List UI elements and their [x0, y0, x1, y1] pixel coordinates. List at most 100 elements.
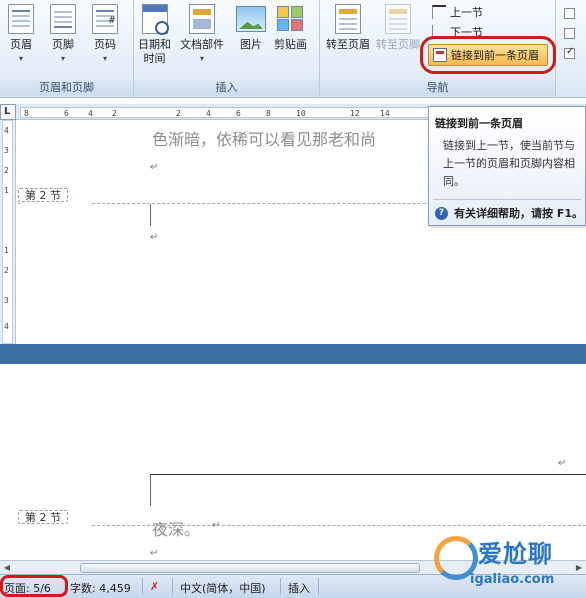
tooltip-help-text: 有关详细帮助，请按 F1。 — [454, 207, 583, 220]
clip-art-label: 剪贴画 — [274, 38, 307, 51]
ruler-tick: 2 — [112, 109, 117, 118]
hash-glyph: # — [108, 15, 115, 26]
status-word-count[interactable]: 字数: 4,459 — [70, 580, 131, 596]
date-time-label-1: 日期和 — [138, 38, 171, 51]
date-time-button[interactable]: 日期和 时间 — [138, 4, 171, 66]
goto-header-label: 转至页眉 — [326, 38, 370, 51]
ruler-tick: 4 — [88, 109, 93, 118]
header-button[interactable]: 页眉 ▾ — [8, 4, 34, 64]
paragraph-mark: ↵ — [150, 548, 159, 559]
status-divider — [172, 578, 173, 595]
highlight-circle-page-status — [0, 575, 68, 597]
paragraph-mark: ↵ — [212, 520, 221, 531]
ruler-tick: 2 — [176, 109, 181, 118]
header-left-edge — [150, 474, 151, 506]
prev-section-label: 上一节 — [450, 6, 483, 19]
vertical-ruler-tick: 1 — [4, 186, 9, 195]
status-insert-mode[interactable]: 插入 — [288, 580, 310, 596]
option-checkbox-1[interactable] — [564, 8, 575, 19]
goto-header-button[interactable]: 转至页眉 — [326, 4, 370, 52]
header-boundary-top-left — [18, 203, 20, 204]
tooltip-divider — [433, 199, 581, 200]
scrollbar-thumb[interactable] — [80, 563, 420, 573]
header-rule — [150, 474, 586, 475]
header-footer-group: 页眉 ▾ 页脚 ▾ # 页码 ▾ 页眉和页脚 — [0, 0, 134, 98]
status-language[interactable]: 中文(简体，中国) — [180, 580, 266, 596]
document-line-top: 色渐暗，依稀可以看见那老和尚 — [152, 130, 377, 149]
options-group: ✓ — [556, 0, 586, 98]
ruler-tick: 6 — [236, 109, 241, 118]
status-divider — [142, 578, 143, 595]
option-checkbox-2[interactable] — [564, 28, 575, 39]
chevron-down-icon: ▾ — [199, 54, 204, 63]
chevron-down-icon: ▾ — [102, 54, 107, 63]
vertical-ruler-tick: 3 — [4, 146, 9, 155]
header-footer-group-label: 页眉和页脚 — [0, 80, 133, 96]
ruler-tick: 10 — [296, 109, 306, 118]
spell-check-icon[interactable]: ✗ — [150, 580, 159, 593]
doc-parts-label: 文档部件 — [180, 38, 224, 51]
chevron-down-icon: ▾ — [60, 54, 65, 63]
goto-header-icon — [335, 4, 361, 34]
tab-selector[interactable]: L — [0, 104, 16, 120]
document-line-bottom: 夜深。 — [152, 520, 201, 539]
option-checkbox-3[interactable]: ✓ — [564, 46, 575, 59]
watermark: 爱尬聊 igaliao.com — [426, 526, 586, 598]
clip-art-icon — [276, 6, 305, 32]
text-cursor — [150, 204, 151, 226]
footer-icon — [50, 4, 76, 34]
status-divider — [280, 578, 281, 595]
vertical-ruler-tick: 1 — [4, 246, 9, 255]
prev-section-button[interactable]: 上一节 — [432, 3, 483, 21]
section-tag-top: 第 2 节 — [18, 188, 68, 202]
page-gap — [0, 344, 586, 364]
header-icon — [8, 4, 34, 34]
footer-label: 页脚 — [52, 38, 74, 51]
watermark-url: igaliao.com — [470, 572, 555, 587]
ruler-tick: 12 — [350, 109, 360, 118]
chevron-down-icon: ▾ — [18, 54, 23, 63]
doc-parts-button[interactable]: 文档部件 ▾ — [180, 4, 224, 64]
paragraph-mark: ↵ — [150, 162, 159, 173]
ruler-tick: 8 — [266, 109, 271, 118]
footer-button[interactable]: 页脚 ▾ — [50, 4, 76, 64]
ribbon: 页眉 ▾ 页脚 ▾ # 页码 ▾ 页眉和页脚 日期和 时间 文档部件 ▾ 图片 — [0, 0, 586, 98]
clip-art-button[interactable]: 剪贴画 — [274, 4, 307, 52]
insert-group: 日期和 时间 文档部件 ▾ 图片 剪贴画 插入 — [134, 0, 320, 98]
status-divider — [318, 578, 319, 595]
picture-icon — [236, 6, 266, 32]
date-time-label-2: 时间 — [143, 52, 166, 65]
vertical-ruler-tick: 3 — [4, 296, 9, 305]
doc-parts-icon — [189, 4, 215, 34]
tooltip-link-to-previous: 链接到前一条页眉 链接到上一节，使当前节与上一节的页眉和页脚内容相同。 ? 有关… — [428, 106, 586, 226]
section-tag-bottom: 第 2 节 — [18, 510, 68, 524]
picture-button[interactable]: 图片 — [236, 4, 266, 52]
page-number-label: 页码 — [94, 38, 116, 51]
goto-footer-icon — [385, 4, 411, 34]
ruler-tick: 14 — [380, 109, 390, 118]
ruler-tick: 4 — [206, 109, 211, 118]
watermark-brand: 爱尬聊 — [478, 540, 553, 568]
tab-selector-label: L — [4, 106, 11, 117]
picture-label: 图片 — [240, 38, 262, 51]
tooltip-title: 链接到前一条页眉 — [435, 117, 523, 130]
vertical-ruler-tick: 2 — [4, 166, 9, 175]
navigation-group-label: 导航 — [320, 80, 555, 96]
insert-group-label: 插入 — [134, 80, 319, 96]
clock-badge — [154, 21, 169, 35]
tooltip-body: 链接到上一节，使当前节与上一节的页眉和页脚内容相同。 — [443, 139, 575, 188]
goto-footer-label: 转至页脚 — [376, 38, 420, 51]
vertical-ruler-tick: 4 — [4, 126, 9, 135]
ruler-tick: 6 — [64, 109, 69, 118]
goto-footer-button[interactable]: 转至页脚 — [376, 4, 420, 52]
scroll-left-icon[interactable]: ◀ — [0, 562, 14, 574]
vertical-ruler-tick: 2 — [4, 266, 9, 275]
calendar-icon — [141, 4, 169, 35]
tooltip-help: ? 有关详细帮助，请按 F1。 — [435, 205, 583, 221]
help-icon: ? — [435, 206, 448, 220]
page-number-button[interactable]: # 页码 ▾ — [92, 4, 118, 64]
header-label: 页眉 — [10, 38, 32, 51]
prev-section-icon — [432, 5, 446, 19]
paragraph-mark: ↵ — [150, 232, 159, 243]
highlight-circle-link-button — [420, 36, 556, 74]
